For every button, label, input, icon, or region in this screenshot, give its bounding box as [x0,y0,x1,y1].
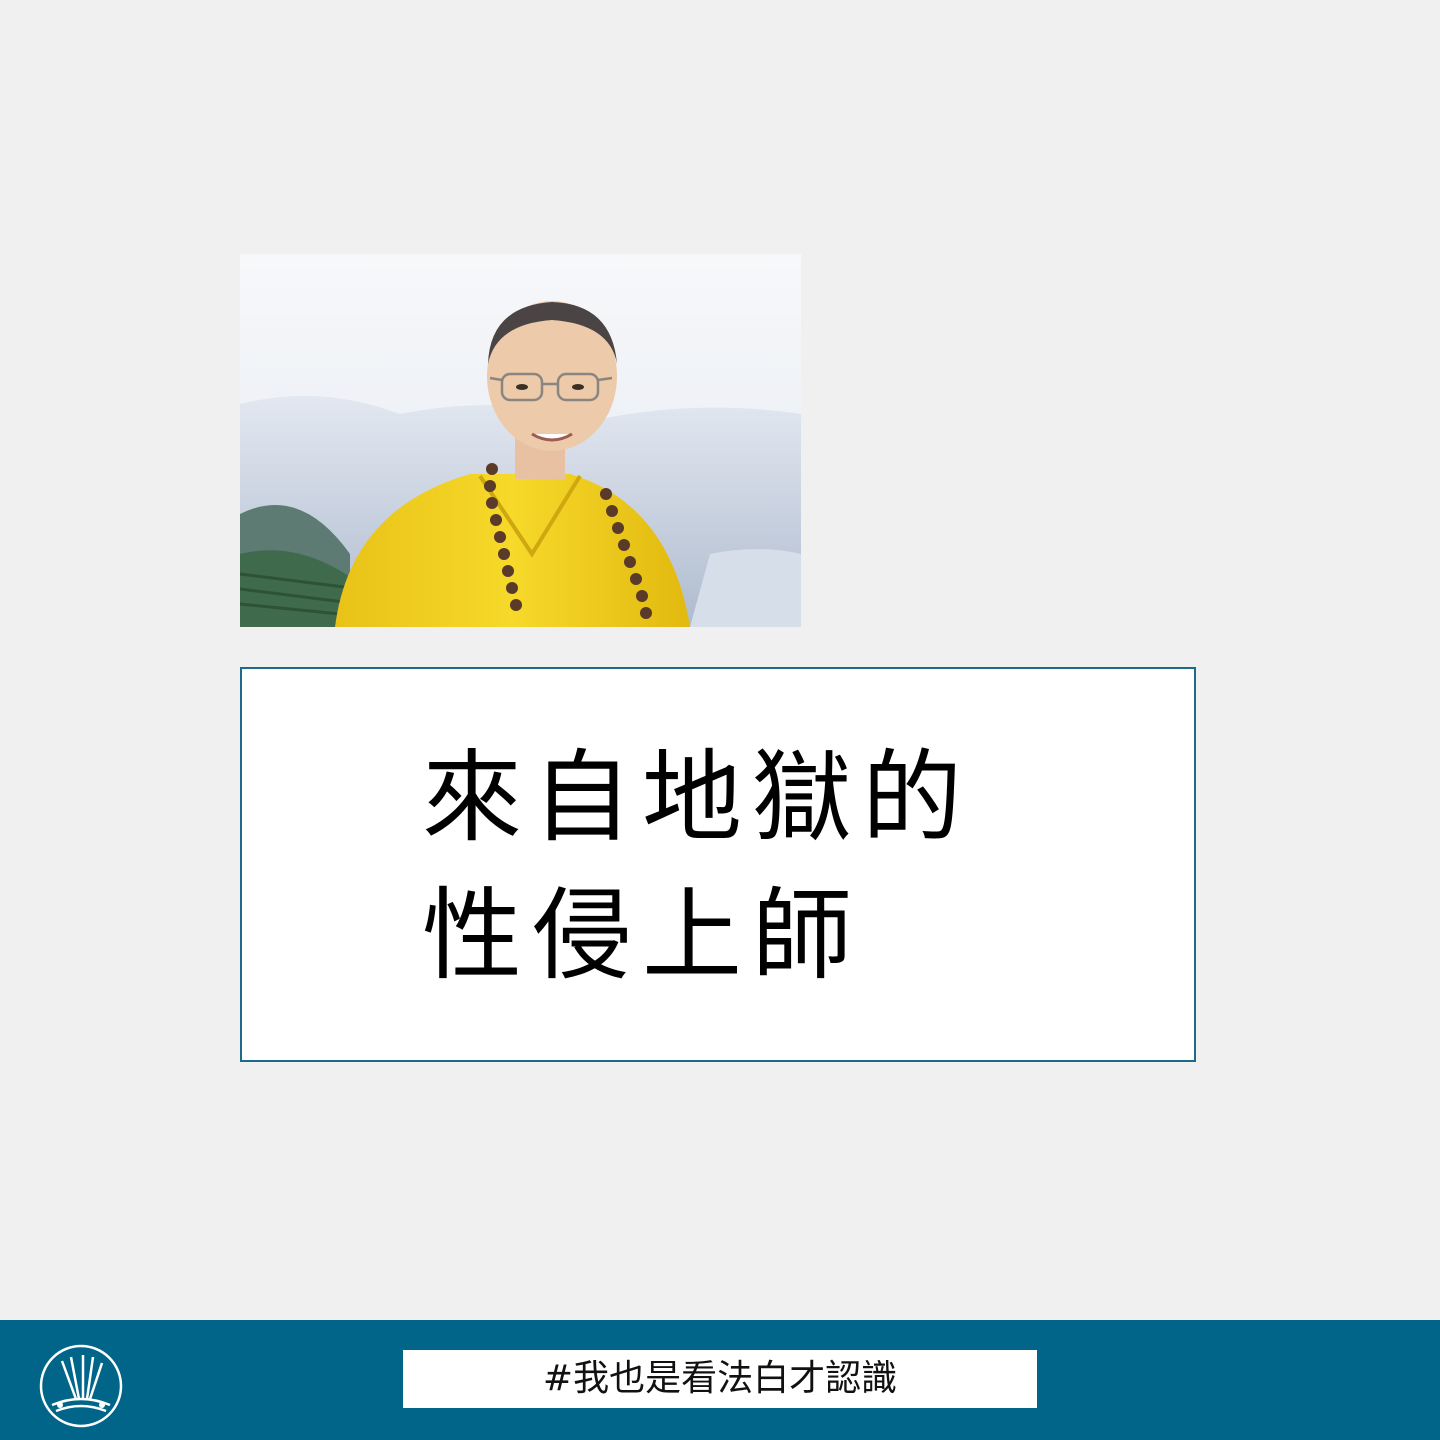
title-line-2: 性侵上師 [422,877,862,994]
monk-photo [240,254,801,627]
brand-logo-icon [38,1343,124,1429]
title-card: 來自地獄的 性侵上師 [240,667,1196,1062]
footer-bar: #我也是看法白才認識 [0,1320,1440,1440]
title-line-1: 來自地獄的 [422,739,972,856]
hashtag-label: #我也是看法白才認識 [403,1350,1037,1408]
